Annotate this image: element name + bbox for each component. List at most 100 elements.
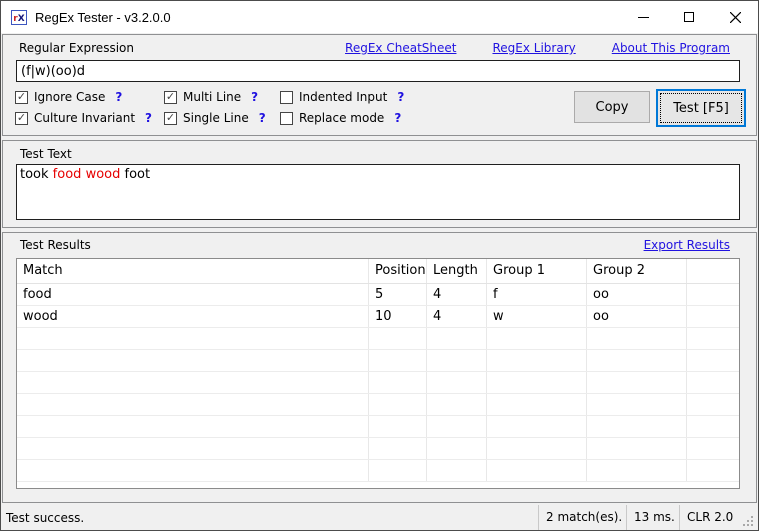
table-cell bbox=[427, 416, 487, 437]
table-cell bbox=[687, 460, 739, 481]
table-cell: w bbox=[487, 306, 587, 327]
maximize-button[interactable] bbox=[666, 1, 712, 33]
option-replace-mode: Replace mode? bbox=[280, 110, 401, 126]
checkbox-indented-input[interactable] bbox=[280, 90, 293, 104]
app-window: rX RegEx Tester - v3.2.0.0 Regular Expre… bbox=[0, 0, 759, 531]
table-cell bbox=[427, 328, 487, 349]
table-cell: 10 bbox=[369, 306, 427, 327]
table-cell: oo bbox=[587, 306, 687, 327]
match-highlight: food bbox=[52, 167, 82, 182]
resize-grip-icon bbox=[743, 516, 753, 526]
close-icon bbox=[729, 11, 741, 23]
column-header-position[interactable]: Position bbox=[369, 259, 427, 283]
table-cell bbox=[17, 438, 369, 459]
table-cell bbox=[369, 328, 427, 349]
status-message: Test success. bbox=[6, 510, 85, 525]
table-cell bbox=[687, 328, 739, 349]
table-cell bbox=[369, 416, 427, 437]
table-cell bbox=[587, 372, 687, 393]
table-row[interactable] bbox=[17, 416, 739, 438]
export-results-link[interactable]: Export Results bbox=[644, 238, 730, 252]
results-panel: Test Results Export Results Match Positi… bbox=[2, 232, 757, 503]
table-cell: 4 bbox=[427, 284, 487, 305]
checkbox-single-line[interactable] bbox=[164, 111, 177, 125]
table-row[interactable]: food 5 4 f oo bbox=[17, 284, 739, 306]
table-cell bbox=[587, 350, 687, 371]
table-cell bbox=[687, 438, 739, 459]
table-cell bbox=[427, 372, 487, 393]
checkbox-ignore-case[interactable] bbox=[15, 90, 28, 104]
table-cell bbox=[17, 372, 369, 393]
table-row[interactable]: wood 10 4 w oo bbox=[17, 306, 739, 328]
close-button[interactable] bbox=[712, 1, 758, 33]
table-header-row: Match Position Length Group 1 Group 2 bbox=[17, 259, 739, 284]
checkbox-multi-line[interactable] bbox=[164, 90, 177, 104]
table-cell bbox=[427, 350, 487, 371]
test-text-input[interactable]: took food wood foot bbox=[16, 164, 740, 220]
table-cell: f bbox=[487, 284, 587, 305]
column-header-group2[interactable]: Group 2 bbox=[587, 259, 687, 283]
plain-text: took bbox=[20, 167, 53, 182]
plain-text: foot bbox=[120, 167, 151, 182]
help-link-single-line[interactable]: ? bbox=[259, 111, 266, 125]
table-cell bbox=[687, 284, 739, 305]
table-cell bbox=[487, 394, 587, 415]
checkbox-culture-invariant[interactable] bbox=[15, 111, 28, 125]
table-row[interactable] bbox=[17, 460, 739, 482]
table-cell bbox=[587, 328, 687, 349]
regex-panel: Regular Expression RegEx CheatSheet RegE… bbox=[2, 34, 757, 136]
help-link-ignore-case[interactable]: ? bbox=[115, 90, 122, 104]
status-elapsed-time: 13 ms. bbox=[626, 505, 679, 530]
help-link-culture-invariant[interactable]: ? bbox=[145, 111, 152, 125]
table-cell: food bbox=[17, 284, 369, 305]
results-label: Test Results bbox=[20, 238, 91, 252]
table-row[interactable] bbox=[17, 372, 739, 394]
column-header-group1[interactable]: Group 1 bbox=[487, 259, 587, 283]
help-link-multi-line[interactable]: ? bbox=[251, 90, 258, 104]
app-icon: rX bbox=[11, 9, 27, 25]
table-row[interactable] bbox=[17, 328, 739, 350]
table-row[interactable] bbox=[17, 438, 739, 460]
status-bar: Test success. 2 match(es). 13 ms. CLR 2.… bbox=[2, 505, 757, 530]
help-link-indented-input[interactable]: ? bbox=[397, 90, 404, 104]
column-header-length[interactable]: Length bbox=[427, 259, 487, 283]
option-label-replace-mode: Replace mode bbox=[299, 111, 385, 125]
table-cell bbox=[487, 328, 587, 349]
table-cell bbox=[487, 438, 587, 459]
table-cell bbox=[427, 394, 487, 415]
table-cell bbox=[427, 460, 487, 481]
results-table: Match Position Length Group 1 Group 2 fo… bbox=[16, 258, 740, 489]
status-match-count: 2 match(es). bbox=[538, 505, 626, 530]
results-header-row: Test Results Export Results bbox=[20, 238, 730, 252]
maximize-icon bbox=[684, 12, 694, 22]
table-row[interactable] bbox=[17, 350, 739, 372]
option-label-culture-invariant: Culture Invariant bbox=[34, 111, 136, 125]
table-cell bbox=[587, 416, 687, 437]
table-cell bbox=[687, 306, 739, 327]
status-right-group: 2 match(es). 13 ms. CLR 2.0 bbox=[538, 505, 757, 530]
test-text-panel: Test Text took food wood foot bbox=[2, 140, 757, 228]
table-cell bbox=[369, 394, 427, 415]
table-cell bbox=[587, 394, 687, 415]
table-row[interactable] bbox=[17, 394, 739, 416]
help-link-replace-mode[interactable]: ? bbox=[394, 111, 401, 125]
table-cell bbox=[369, 372, 427, 393]
status-clr-version: CLR 2.0 bbox=[679, 505, 739, 530]
option-label-single-line: Single Line bbox=[183, 111, 249, 125]
table-cell bbox=[487, 416, 587, 437]
copy-button[interactable]: Copy bbox=[574, 91, 650, 123]
test-button[interactable]: Test [F5] bbox=[656, 89, 746, 127]
window-controls bbox=[620, 1, 758, 33]
window-title: RegEx Tester - v3.2.0.0 bbox=[35, 9, 171, 25]
column-header-match[interactable]: Match bbox=[17, 259, 369, 283]
option-single-line: Single Line? bbox=[164, 110, 266, 126]
minimize-button[interactable] bbox=[620, 1, 666, 33]
table-cell bbox=[487, 372, 587, 393]
resize-grip[interactable] bbox=[739, 505, 757, 530]
table-cell bbox=[427, 438, 487, 459]
table-cell bbox=[17, 350, 369, 371]
option-culture-invariant: Culture Invariant? bbox=[15, 110, 152, 126]
checkbox-replace-mode[interactable] bbox=[280, 111, 293, 125]
option-indented-input: Indented Input? bbox=[280, 89, 404, 105]
option-label-multi-line: Multi Line bbox=[183, 90, 242, 104]
